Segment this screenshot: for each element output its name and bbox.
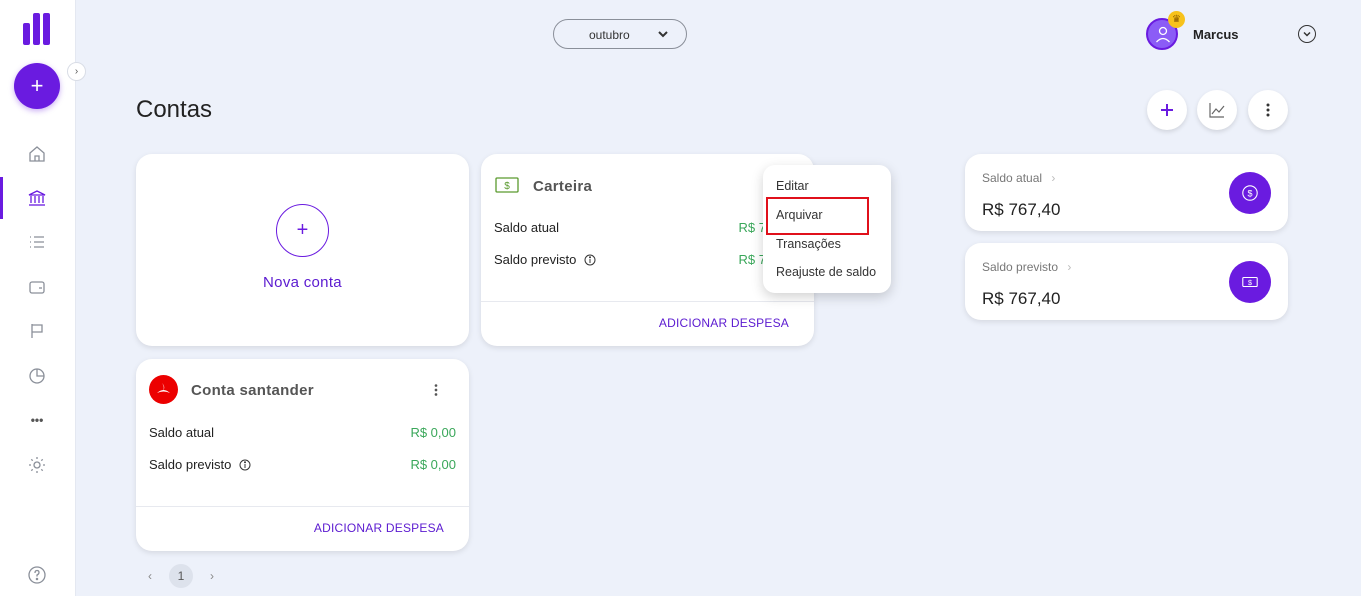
add-transaction-button[interactable]: + xyxy=(14,63,60,109)
plus-icon: + xyxy=(30,73,44,98)
more-vertical-icon xyxy=(1266,103,1270,117)
saldo-atual-text: Saldo atual xyxy=(494,220,560,235)
saldo-atual-label: Saldo atual xyxy=(149,425,214,440)
sidebar-collapse-button[interactable]: › xyxy=(67,62,86,81)
page-number[interactable]: 1 xyxy=(169,564,193,588)
sidebar-item-settings[interactable] xyxy=(26,454,48,476)
sidebar: + ••• xyxy=(0,0,76,596)
dollar-coin-icon: $ xyxy=(1229,172,1271,214)
menu-item-edit[interactable]: Editar xyxy=(776,179,809,193)
user-name[interactable]: Marcus xyxy=(1193,27,1239,42)
info-icon[interactable] xyxy=(584,254,596,266)
user-menu-button[interactable] xyxy=(1298,25,1316,43)
santander-icon xyxy=(149,375,178,404)
add-account-button[interactable] xyxy=(1147,90,1187,130)
saldo-atual-amount: R$ 767,40 xyxy=(982,200,1061,219)
home-icon xyxy=(29,146,45,162)
chevron-down-icon xyxy=(1303,31,1311,37)
pie-chart-icon xyxy=(29,368,45,384)
new-account-label: Nova conta xyxy=(263,274,342,291)
new-account-card[interactable]: + Nova conta xyxy=(136,154,469,346)
month-selector[interactable]: outubro xyxy=(553,19,687,49)
cash-note-icon: $ xyxy=(1229,261,1271,303)
saldo-previsto-amount: R$ 767,40 xyxy=(982,289,1061,308)
add-icon xyxy=(1161,104,1173,116)
saldo-previsto-label: Saldo previsto xyxy=(149,457,251,472)
sidebar-item-more[interactable]: ••• xyxy=(26,409,48,431)
chart-line-icon xyxy=(1209,103,1225,118)
saldo-atual-value: R$ 7 xyxy=(738,220,766,235)
account-name: Carteira xyxy=(533,178,593,195)
svg-text:$: $ xyxy=(1247,189,1252,199)
menu-item-balance-adjust[interactable]: Reajuste de saldo xyxy=(776,265,876,279)
info-icon[interactable] xyxy=(239,459,251,471)
saldo-previsto-label: Saldo previsto xyxy=(494,252,596,267)
saldo-previsto-label: Saldo previsto xyxy=(982,260,1059,274)
saldo-atual-label: Saldo atual xyxy=(982,171,1043,185)
account-menu-button[interactable] xyxy=(426,380,446,400)
chart-button[interactable] xyxy=(1197,90,1237,130)
help-icon xyxy=(28,566,46,584)
sidebar-item-goals[interactable] xyxy=(26,320,48,342)
bank-icon xyxy=(28,190,46,206)
sidebar-item-transactions[interactable] xyxy=(26,231,48,253)
saldo-previsto-title: Saldo previsto › xyxy=(982,260,1071,274)
gear-icon xyxy=(29,457,45,473)
page-title: Contas xyxy=(136,96,213,123)
more-icon: ••• xyxy=(30,413,44,427)
list-icon xyxy=(30,236,44,248)
saldo-previsto-value: R$ 0,00 xyxy=(410,457,456,472)
account-name: Conta santander xyxy=(191,382,314,399)
sidebar-item-cards[interactable] xyxy=(26,276,48,298)
chevron-right-icon: › xyxy=(1051,171,1056,185)
divider xyxy=(481,301,814,302)
sidebar-item-help[interactable] xyxy=(26,564,48,586)
user-icon xyxy=(1156,26,1170,43)
more-vertical-icon xyxy=(434,384,438,396)
saldo-previsto-value: R$ 7 xyxy=(738,252,766,267)
app-logo[interactable] xyxy=(23,13,51,45)
active-nav-indicator xyxy=(0,177,3,219)
saldo-previsto-card[interactable]: Saldo previsto › R$ 767,40 $ xyxy=(965,243,1288,320)
sidebar-item-reports[interactable] xyxy=(26,365,48,387)
cash-icon: $ xyxy=(495,177,519,193)
chevron-down-icon xyxy=(658,31,668,38)
saldo-atual-value: R$ 0,00 xyxy=(410,425,456,440)
sidebar-item-home[interactable] xyxy=(26,143,48,165)
next-page-button[interactable]: › xyxy=(200,564,224,588)
account-card-santander[interactable]: Conta santander Saldo atual R$ 0,00 Sald… xyxy=(136,359,469,551)
saldo-atual-title: Saldo atual › xyxy=(982,171,1055,185)
divider xyxy=(136,506,469,507)
saldo-atual-text: Saldo atual xyxy=(149,425,215,440)
month-label: outubro xyxy=(589,28,630,42)
add-expense-button[interactable]: ADICIONAR DESPESA xyxy=(314,521,444,535)
add-expense-button[interactable]: ADICIONAR DESPESA xyxy=(659,316,789,330)
sidebar-item-accounts[interactable] xyxy=(26,187,48,209)
flag-icon xyxy=(31,324,43,338)
highlight-box xyxy=(766,197,869,235)
saldo-atual-card[interactable]: Saldo atual › R$ 767,40 $ xyxy=(965,154,1288,231)
saldo-atual-label: Saldo atual xyxy=(494,220,559,235)
menu-item-transactions[interactable]: Transações xyxy=(776,237,841,251)
add-account-icon: + xyxy=(276,204,329,257)
prev-page-button[interactable]: ‹ xyxy=(138,564,162,588)
crown-icon: ♛ xyxy=(1168,11,1185,28)
more-options-button[interactable] xyxy=(1248,90,1288,130)
wallet-icon xyxy=(29,281,45,294)
saldo-previsto-text: Saldo previsto xyxy=(149,457,232,472)
saldo-previsto-text: Saldo previsto xyxy=(494,252,577,267)
chevron-right-icon: › xyxy=(1067,260,1072,274)
svg-text:$: $ xyxy=(1248,278,1252,287)
svg-text:$: $ xyxy=(504,181,510,192)
chevron-right-icon: › xyxy=(74,66,79,77)
